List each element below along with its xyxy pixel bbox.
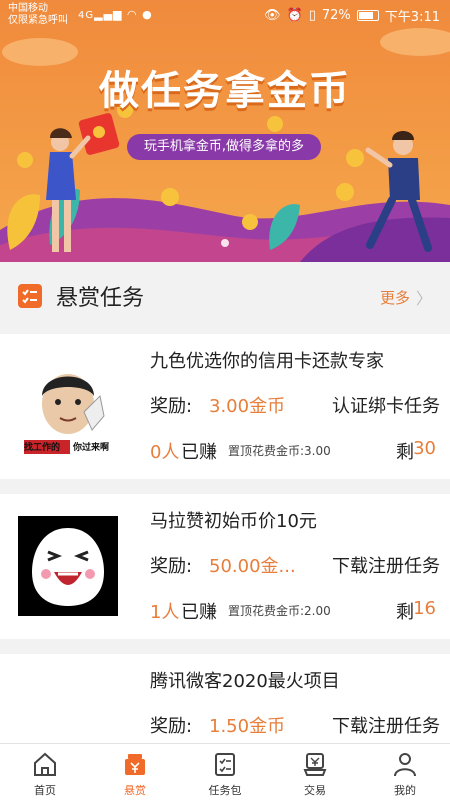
status-bar: 中国移动 仅限紧急呼叫 4G▂▄▆ ◠ ● 👁 ⏰ ▯ 72% 下午3:11 bbox=[0, 0, 450, 32]
profile-icon bbox=[394, 753, 416, 777]
nav-trade[interactable]: 交易 bbox=[270, 744, 360, 801]
promo-banner[interactable]: 中国移动 仅限紧急呼叫 4G▂▄▆ ◠ ● 👁 ⏰ ▯ 72% 下午3:11 做… bbox=[0, 0, 450, 262]
clock: 下午3:11 bbox=[384, 10, 440, 25]
task-package-icon bbox=[215, 753, 235, 776]
carousel-indicator bbox=[221, 239, 229, 247]
checklist-icon bbox=[18, 284, 42, 308]
nav-label: 交易 bbox=[304, 784, 326, 797]
reward-label: 奖励: bbox=[150, 556, 193, 577]
section-header: 悬赏任务 更多 〉 bbox=[0, 262, 450, 334]
task-card[interactable]: 马拉赞初始币价10元 奖励: 50.00金... 下载注册任务 1人 已赚 置顶… bbox=[0, 494, 450, 639]
reward-value: 1.50金币 bbox=[209, 716, 286, 737]
nav-bounty[interactable]: 悬赏 bbox=[90, 744, 180, 801]
nav-label: 首页 bbox=[34, 784, 56, 797]
nav-profile[interactable]: 我的 bbox=[360, 744, 450, 801]
battery-icon bbox=[356, 10, 379, 21]
earned-count: 1人 bbox=[150, 602, 180, 623]
alarm-icon: ⏰ bbox=[286, 8, 303, 23]
task-title: 马拉赞初始币价10元 bbox=[150, 511, 317, 532]
banner-title: 做任务拿金币 bbox=[99, 68, 351, 114]
thumb-caption-left: 找工作的 bbox=[24, 443, 61, 453]
task-title: 腾讯微客2020最火项目 bbox=[150, 671, 340, 692]
earned-label: 已赚 bbox=[181, 442, 217, 463]
nav-label: 我的 bbox=[394, 784, 416, 797]
status-right: 👁 ⏰ ▯ 72% 下午3:11 bbox=[264, 6, 440, 25]
task-type: 下载注册任务 bbox=[332, 716, 440, 737]
home-icon bbox=[34, 752, 56, 776]
reward-value: 50.00金... bbox=[209, 556, 296, 577]
task-thumbnail: 找工作的 你过来啊 bbox=[18, 356, 118, 456]
reward-label: 奖励: bbox=[150, 716, 193, 737]
more-button[interactable]: 更多 〉 bbox=[380, 285, 432, 309]
task-title: 九色优选你的信用卡还款专家 bbox=[150, 351, 384, 372]
remain-label: 剩 bbox=[396, 442, 414, 463]
eye-icon: 👁 bbox=[264, 8, 281, 23]
bounty-icon bbox=[125, 754, 145, 775]
section-title: 悬赏任务 bbox=[56, 286, 145, 311]
trade-icon bbox=[303, 753, 327, 776]
chevron-right-icon: 〉 bbox=[415, 289, 432, 308]
reward-label: 奖励: bbox=[150, 396, 193, 417]
nav-home[interactable]: 首页 bbox=[0, 744, 90, 801]
carrier-info: 中国移动 仅限紧急呼叫 bbox=[8, 3, 68, 27]
nav-task-package[interactable]: 任务包 bbox=[180, 744, 270, 801]
task-type: 下载注册任务 bbox=[332, 556, 440, 577]
nav-label: 悬赏 bbox=[124, 784, 146, 797]
reward-value: 3.00金币 bbox=[209, 396, 286, 417]
bottom-nav: 首页 悬赏 任务包 交易 我的 bbox=[0, 743, 450, 801]
earned-label: 已赚 bbox=[181, 602, 217, 623]
battery-percent: 72% bbox=[321, 8, 351, 23]
network-type: 4G bbox=[78, 10, 95, 21]
earned-count: 0人 bbox=[150, 442, 180, 463]
carrier-name: 中国移动 bbox=[8, 3, 48, 14]
remain-count: 16 bbox=[413, 598, 436, 619]
remain-count: 30 bbox=[413, 438, 436, 459]
banner-subtitle: 玩手机拿金币,做得多拿的多 bbox=[127, 134, 321, 160]
banner-illustration bbox=[0, 28, 450, 262]
signal-icon: 4G▂▄▆ ◠ ● bbox=[78, 8, 153, 21]
thumb-caption-right: 你过来啊 bbox=[73, 443, 110, 453]
more-label: 更多 bbox=[379, 288, 410, 307]
nav-label: 任务包 bbox=[208, 784, 242, 797]
vibrate-icon: ▯ bbox=[308, 8, 316, 23]
top-fee: 置顶花费金币:3.00 bbox=[228, 444, 331, 458]
task-type: 认证绑卡任务 bbox=[332, 396, 440, 417]
task-card[interactable]: 找工作的 你过来啊 九色优选你的信用卡还款专家 奖励: 3.00金币 认证绑卡任… bbox=[0, 334, 450, 479]
carrier-status: 仅限紧急呼叫 bbox=[8, 15, 68, 26]
task-thumbnail bbox=[18, 516, 118, 616]
remain-label: 剩 bbox=[396, 602, 414, 623]
task-card[interactable]: 腾讯微客2020最火项目 奖励: 1.50金币 下载注册任务 bbox=[0, 654, 450, 743]
top-fee: 置顶花费金币:2.00 bbox=[228, 604, 331, 618]
